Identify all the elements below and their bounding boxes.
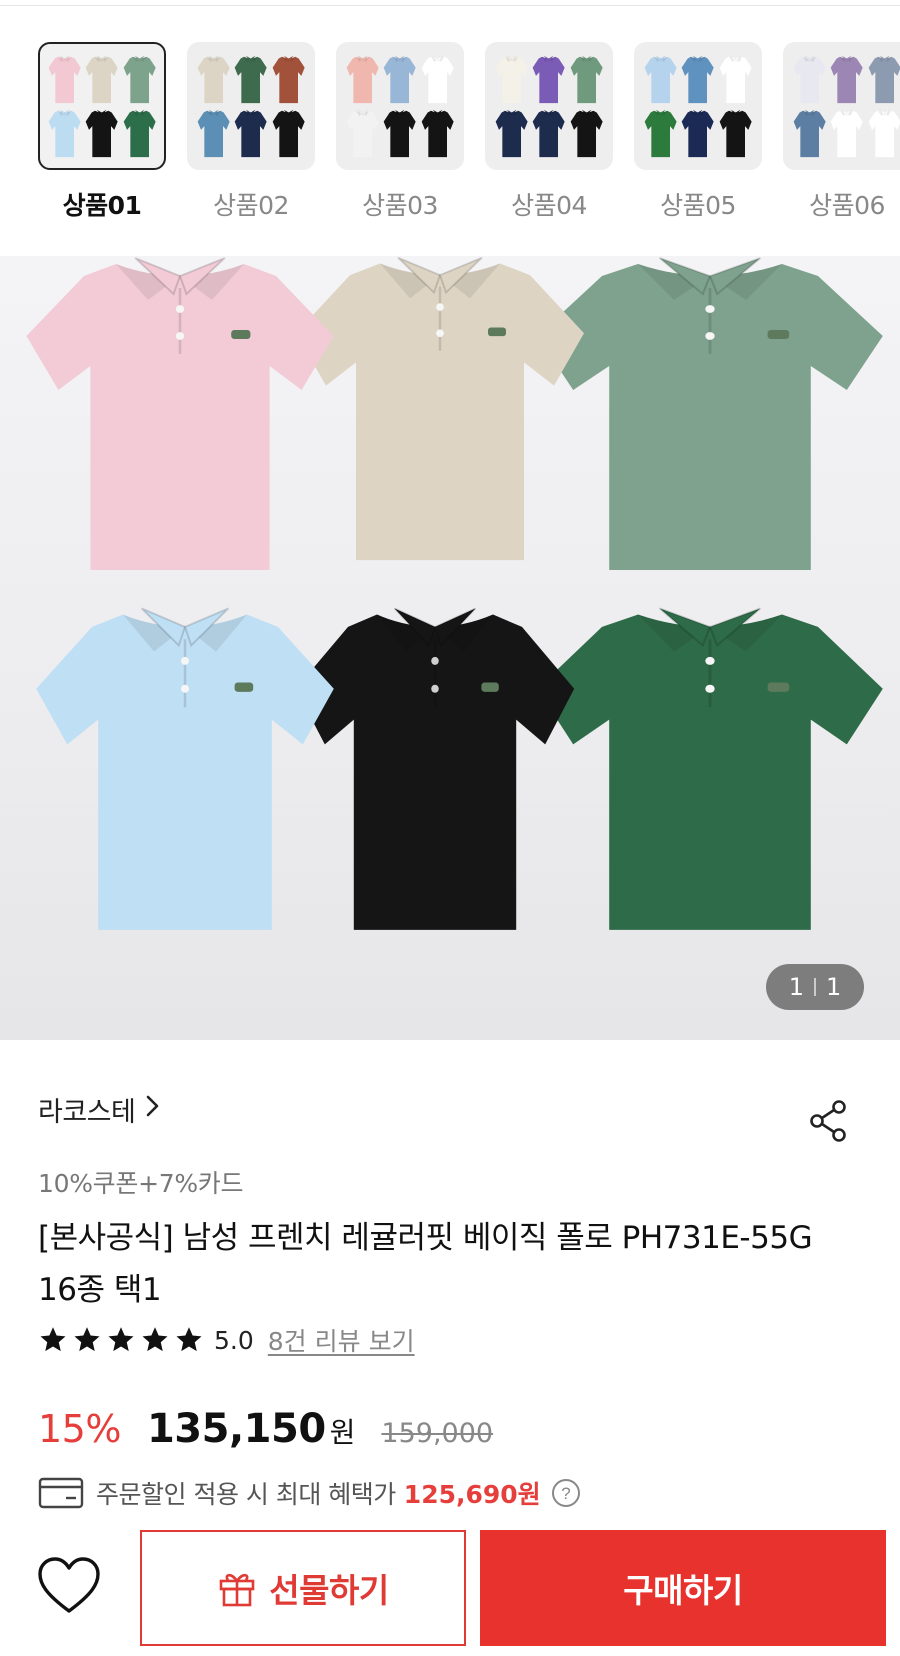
mini-shirt [234,54,267,104]
mini-shirt [197,108,230,158]
pager-current: 1 [788,973,804,1001]
mini-shirt [421,108,454,158]
variant-option-2[interactable]: 상품02 [187,42,315,222]
sale-price: 135,150 [146,1406,326,1452]
mini-shirt [868,108,900,158]
mini-shirt [272,54,305,104]
svg-text:?: ? [561,1484,570,1503]
star-icon [140,1325,170,1355]
mini-shirt [383,54,416,104]
card-icon [38,1477,84,1509]
mini-shirt [48,108,81,158]
variant-label: 상품05 [660,191,736,220]
mini-shirt [48,54,81,104]
mini-shirt [719,108,752,158]
benefit-amount: 125,690원 [403,1480,541,1509]
mini-shirt [346,54,379,104]
benefit-text: 주문할인 적용 시 최대 혜택가 [96,1480,396,1509]
mini-shirt [868,54,900,104]
star-icon [174,1325,204,1355]
buy-button[interactable]: 구매하기 [480,1530,886,1646]
mini-shirt [793,54,826,104]
mini-shirt [495,108,528,158]
mini-shirt [570,108,603,158]
variant-thumbnail [634,42,762,170]
variant-option-6[interactable]: 상품06 [783,42,900,222]
heart-icon[interactable] [36,1556,102,1616]
mini-shirt [830,54,863,104]
hero-polo-shirt [530,596,890,936]
mini-shirt [123,108,156,158]
mini-shirt [85,108,118,158]
variant-thumbnail [187,42,315,170]
mini-shirt [421,54,454,104]
bottom-action-bar: 선물하기 구매하기 [0,1528,900,1656]
mini-shirt [532,108,565,158]
mini-shirt [272,108,305,158]
promo-text: 10%쿠폰+7%카드 [38,1169,244,1198]
variant-label: 상품06 [809,191,885,220]
gift-button[interactable]: 선물하기 [140,1530,466,1646]
mini-shirt [197,54,230,104]
mini-shirt [681,54,714,104]
mini-shirt [644,54,677,104]
hero-polo-shirt [30,596,340,936]
variant-thumbnail [485,42,613,170]
mini-shirt [85,54,118,104]
top-divider [0,0,900,6]
image-pager: 1 1 [766,964,864,1010]
mini-shirt [532,54,565,104]
currency-unit: 원 [329,1416,356,1449]
mini-shirt [570,54,603,104]
product-title: [본사공식] 남성 프렌치 레귤러핏 베이직 폴로 PH731E-55G 16종… [38,1220,813,1308]
gift-icon [217,1568,257,1608]
variant-thumbnail [783,42,900,170]
star-icon [38,1325,68,1355]
brand-link[interactable]: 라코스테 [38,1090,161,1129]
mini-shirt [346,108,379,158]
star-rating [38,1325,204,1355]
variant-label: 상품04 [511,191,587,220]
price-row: 15% 135,150 원 159,000 [38,1406,493,1452]
mini-shirt [495,54,528,104]
buy-button-label: 구매하기 [623,1571,743,1610]
mini-shirt [383,108,416,158]
star-icon [72,1325,102,1355]
star-icon [106,1325,136,1355]
original-price: 159,000 [381,1418,494,1449]
discount-rate: 15% [38,1407,121,1451]
gift-button-label: 선물하기 [269,1571,389,1610]
max-benefit-row[interactable]: 주문할인 적용 시 최대 혜택가 125,690원 ? [38,1475,581,1511]
help-icon[interactable]: ? [551,1478,581,1508]
review-link[interactable]: 8건 리뷰 보기 [268,1322,415,1358]
variant-strip[interactable]: 상품01 상품02 상품03 상품04 상품05 상품06 [0,42,900,222]
pager-separator [814,978,816,996]
variant-thumbnail [336,42,464,170]
brand-name: 라코스테 [38,1097,136,1128]
variant-label: 상품02 [213,191,289,220]
mini-shirt [793,108,826,158]
variant-option-1[interactable]: 상품01 [38,42,166,222]
variant-label: 상품03 [362,191,438,220]
share-icon[interactable] [808,1098,850,1144]
product-hero-image[interactable]: 1 1 [0,256,900,1040]
mini-shirt [234,108,267,158]
mini-shirt [123,54,156,104]
chevron-right-icon [145,1094,161,1125]
variant-option-4[interactable]: 상품04 [485,42,613,222]
hero-polo-shirt [20,256,340,576]
rating-row: 5.0 8건 리뷰 보기 [38,1322,415,1358]
pager-total: 1 [826,973,842,1001]
rating-value: 5.0 [214,1325,254,1355]
variant-label: 상품01 [62,191,142,220]
mini-shirt [719,54,752,104]
mini-shirt [681,108,714,158]
mini-shirt [644,108,677,158]
variant-option-3[interactable]: 상품03 [336,42,464,222]
variant-option-5[interactable]: 상품05 [634,42,762,222]
variant-thumbnail [38,42,166,170]
mini-shirt [830,108,863,158]
